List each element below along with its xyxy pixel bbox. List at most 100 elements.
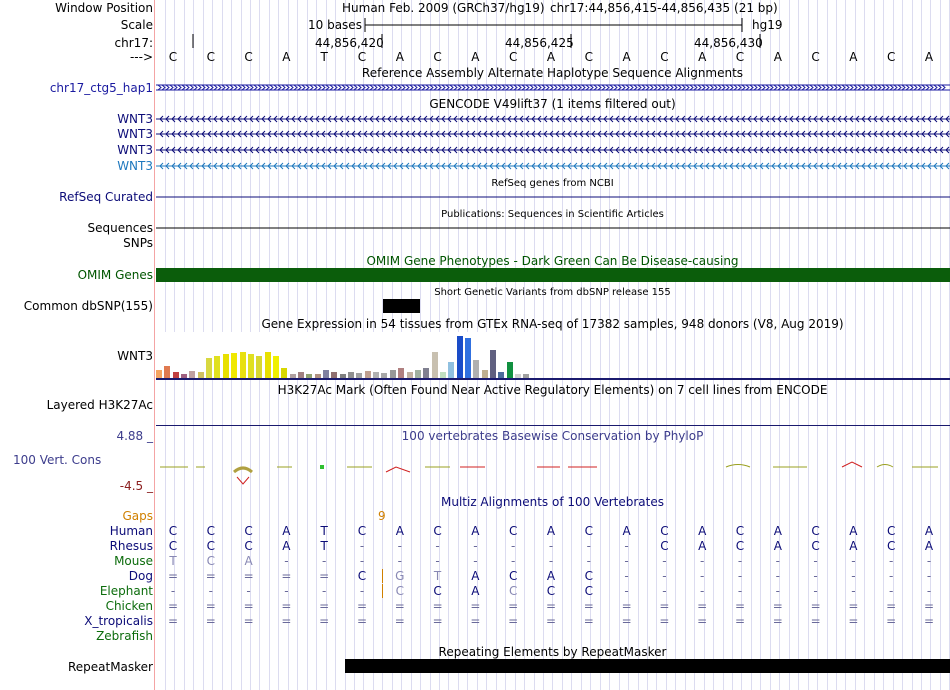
- alignment-base: -: [359, 554, 365, 568]
- alignment-base: =: [205, 599, 216, 613]
- gaps-label: Gaps: [122, 509, 153, 523]
- gencode-item-1[interactable]: WNT3: [117, 112, 153, 126]
- species-label-zebrafish[interactable]: Zebrafish: [96, 629, 153, 643]
- species-label-chicken[interactable]: Chicken: [106, 599, 153, 613]
- species-label-x_tropicalis[interactable]: X_tropicalis: [84, 614, 153, 628]
- gtex-tissue-bar[interactable]: [481, 370, 488, 378]
- gtex-tissue-bar[interactable]: [206, 358, 213, 378]
- gtex-tissue-bar[interactable]: [431, 352, 438, 378]
- alignment-base: C: [168, 539, 178, 553]
- strand-arrow: --->: [129, 50, 153, 64]
- alignment-base: -: [662, 569, 667, 583]
- alignment-base: -: [511, 554, 516, 568]
- alignment-base: -: [624, 539, 629, 553]
- gtex-tissue-bar[interactable]: [398, 368, 405, 378]
- alignment-base: C: [735, 539, 745, 553]
- alignment-base: C: [735, 524, 745, 538]
- gtex-tissue-bar[interactable]: [239, 352, 246, 378]
- refseq-label[interactable]: RefSeq Curated: [59, 190, 153, 204]
- phylop-max: 4.88 _: [116, 429, 153, 443]
- gencode-item-3[interactable]: WNT3: [117, 143, 153, 157]
- chrom-label: chr17:: [114, 36, 153, 50]
- gencode-title: GENCODE V49lift37 (1 items filtered out): [429, 97, 676, 111]
- publications-label[interactable]: Sequences: [88, 221, 153, 235]
- phylop-label[interactable]: 100 Vert. Cons: [13, 453, 101, 467]
- alignment-base: -: [359, 584, 365, 598]
- coord-3: 44,856,430: [694, 36, 763, 50]
- gtex-tissue-bar[interactable]: [272, 356, 279, 378]
- gtex-tissue-bar[interactable]: [456, 336, 463, 378]
- gtex-label[interactable]: WNT3: [117, 349, 153, 363]
- gtex-tissue-bar[interactable]: [264, 352, 271, 378]
- species-label-mouse[interactable]: Mouse: [114, 554, 153, 568]
- phylop-min: -4.5 _: [119, 479, 153, 493]
- gtex-tissue-bar[interactable]: [164, 366, 171, 378]
- h3k27ac-label[interactable]: Layered H3K27Ac: [47, 398, 153, 412]
- alignment-base: =: [508, 599, 519, 613]
- repeat-element[interactable]: [345, 659, 950, 673]
- gtex-tissue-bar[interactable]: [473, 360, 480, 378]
- gtex-tissue-bar[interactable]: [189, 371, 196, 378]
- gencode-item-2[interactable]: WNT3: [117, 127, 153, 141]
- gtex-tissue-bar[interactable]: [231, 353, 238, 378]
- alignment-base: =: [772, 599, 783, 613]
- alignment-base: -: [624, 584, 629, 598]
- gtex-tissue-bar[interactable]: [256, 356, 263, 378]
- gencode-item-4[interactable]: WNT3: [117, 159, 153, 173]
- species-label-elephant[interactable]: Elephant: [100, 584, 153, 598]
- gtex-tissue-bar[interactable]: [423, 368, 430, 378]
- alignment-base: -: [926, 554, 932, 568]
- alignment-base: =: [243, 569, 254, 583]
- alignment-base: -: [700, 569, 705, 583]
- gtex-tissue-bar[interactable]: [214, 356, 221, 378]
- gtex-tissue-bar[interactable]: [389, 370, 396, 378]
- dbsnp-label[interactable]: Common dbSNP(155): [24, 299, 153, 313]
- gtex-tissue-bar[interactable]: [448, 362, 455, 378]
- multiz-title: Multiz Alignments of 100 Vertebrates: [440, 495, 665, 509]
- alignment-base: =: [508, 614, 519, 628]
- alignment-base: -: [397, 539, 402, 553]
- omim-feature-bar[interactable]: [156, 268, 950, 282]
- gtex-tissue-bar[interactable]: [506, 362, 513, 378]
- alignment-base: -: [700, 554, 705, 568]
- gtex-tissue-bar[interactable]: [323, 370, 329, 378]
- alignment-base: =: [621, 599, 632, 613]
- gtex-tissue-bar[interactable]: [281, 368, 288, 378]
- refseq-title: RefSeq genes from NCBI: [491, 178, 614, 189]
- species-label-human[interactable]: Human: [110, 524, 153, 538]
- dbsnp-variant[interactable]: [383, 299, 420, 313]
- reference-base: A: [471, 50, 480, 64]
- gtex-tissue-bar[interactable]: [414, 370, 421, 378]
- coord-1: 44,856,420: [315, 36, 384, 50]
- alignment-base: -: [322, 554, 327, 568]
- alignment-base: -: [435, 554, 440, 568]
- gtex-tissue-bar[interactable]: [222, 354, 229, 378]
- alignment-base: C: [357, 569, 367, 583]
- reference-base: C: [660, 50, 669, 64]
- alignment-base: C: [433, 584, 442, 598]
- snps-label[interactable]: SNPs: [123, 236, 153, 250]
- position-text[interactable]: chr17:44,856,415-44,856,435 (21 bp): [550, 1, 778, 15]
- alignment-base: -: [284, 554, 289, 568]
- repeatmasker-label[interactable]: RepeatMasker: [68, 660, 153, 674]
- alignment-base: =: [697, 599, 708, 613]
- alignment-base: C: [206, 524, 215, 538]
- gtex-tissue-bar[interactable]: [247, 354, 254, 378]
- alignment-base: A: [546, 524, 556, 538]
- species-label-dog[interactable]: Dog: [129, 569, 153, 583]
- alignment-base: =: [848, 599, 859, 613]
- alignment-base: -: [473, 554, 478, 568]
- gtex-tissue-bar[interactable]: [156, 370, 162, 378]
- alignment-base: =: [319, 614, 330, 628]
- alignment-base: A: [698, 539, 707, 553]
- gtex-tissue-bar[interactable]: [464, 338, 471, 378]
- alignment-base: -: [700, 584, 705, 598]
- gap-marker-dog: [382, 569, 383, 583]
- species-label-rhesus[interactable]: Rhesus: [110, 539, 153, 553]
- gtex-tissue-bar[interactable]: [490, 350, 496, 378]
- reference-base: C: [357, 50, 367, 64]
- gtex-tissue-bar[interactable]: [364, 371, 371, 378]
- omim-label[interactable]: OMIM Genes: [78, 268, 153, 282]
- alignment-base: -: [170, 584, 176, 598]
- haplotype-label[interactable]: chr17_ctg5_hap1: [50, 81, 153, 95]
